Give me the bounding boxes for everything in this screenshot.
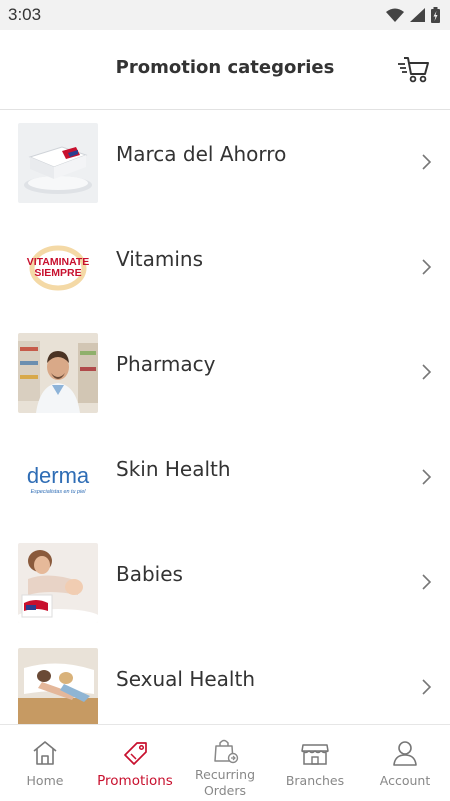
- tab-label: Promotions: [97, 773, 173, 789]
- tab-recurring-orders[interactable]: Recurring Orders: [180, 725, 270, 801]
- category-item-pharmacy[interactable]: Pharmacy: [0, 321, 450, 426]
- signal-icon: [410, 8, 425, 22]
- vitamins-thumbnail: VITAMINATE SIEMPRE: [18, 228, 98, 308]
- home-icon: [33, 741, 57, 765]
- vitamins-logo-line2: SIEMPRE: [34, 267, 81, 279]
- chevron-right-icon: [422, 679, 432, 695]
- tab-home[interactable]: Home: [0, 725, 90, 801]
- status-time: 3:03: [8, 5, 42, 24]
- skin-health-thumbnail: derma Especialistas en tu piel: [18, 438, 98, 518]
- category-label: Babies: [116, 562, 183, 586]
- marca-del-ahorro-thumbnail: [18, 123, 98, 203]
- sexual-health-thumbnail: [18, 648, 98, 724]
- derma-logo: derma: [27, 463, 90, 488]
- category-list: Marca del Ahorro VITAMINATE SIEMPRE Vita…: [0, 111, 450, 724]
- page-title: Promotion categories: [115, 57, 335, 78]
- person-icon: [393, 741, 417, 766]
- babies-thumbnail: [18, 543, 98, 623]
- tab-label: Home: [26, 773, 64, 788]
- tab-account[interactable]: Account: [360, 725, 450, 801]
- tag-icon: [124, 742, 147, 765]
- app-header: Promotion categories: [0, 30, 450, 110]
- tab-label: Account: [379, 773, 431, 788]
- category-label: Pharmacy: [116, 352, 216, 376]
- category-item-sexual-health[interactable]: Sexual Health: [0, 636, 450, 724]
- chevron-right-icon: [422, 469, 432, 485]
- category-label: Sexual Health: [116, 667, 256, 691]
- derma-tagline: Especialistas en tu piel: [31, 489, 87, 495]
- tab-label: Branches: [285, 773, 345, 788]
- category-item-marca-del-ahorro[interactable]: Marca del Ahorro: [0, 111, 450, 216]
- category-item-skin-health[interactable]: derma Especialistas en tu piel Skin Heal…: [0, 426, 450, 531]
- chevron-right-icon: [422, 259, 432, 275]
- bottom-tab-bar: Home Promotions Recurring Orders Branche…: [0, 724, 450, 801]
- status-icons: [386, 7, 440, 23]
- category-item-babies[interactable]: Babies: [0, 531, 450, 636]
- chevron-right-icon: [422, 574, 432, 590]
- wifi-icon: [386, 8, 404, 22]
- category-label: Marca del Ahorro: [116, 142, 287, 166]
- status-bar: 3:03: [0, 0, 450, 30]
- tab-promotions[interactable]: Promotions: [90, 725, 180, 801]
- recurring-bag-icon: [214, 739, 239, 764]
- chevron-right-icon: [422, 364, 432, 380]
- tab-branches[interactable]: Branches: [270, 725, 360, 801]
- category-label: Vitamins: [116, 247, 204, 271]
- pharmacy-thumbnail: [18, 333, 98, 413]
- battery-icon: [431, 7, 440, 23]
- chevron-right-icon: [422, 154, 432, 170]
- category-label: Skin Health: [116, 457, 231, 481]
- tab-label: Recurring Orders: [195, 767, 255, 798]
- store-icon: [301, 744, 329, 765]
- cart-icon[interactable]: [398, 54, 430, 84]
- category-item-vitamins[interactable]: VITAMINATE SIEMPRE Vitamins: [0, 216, 450, 321]
